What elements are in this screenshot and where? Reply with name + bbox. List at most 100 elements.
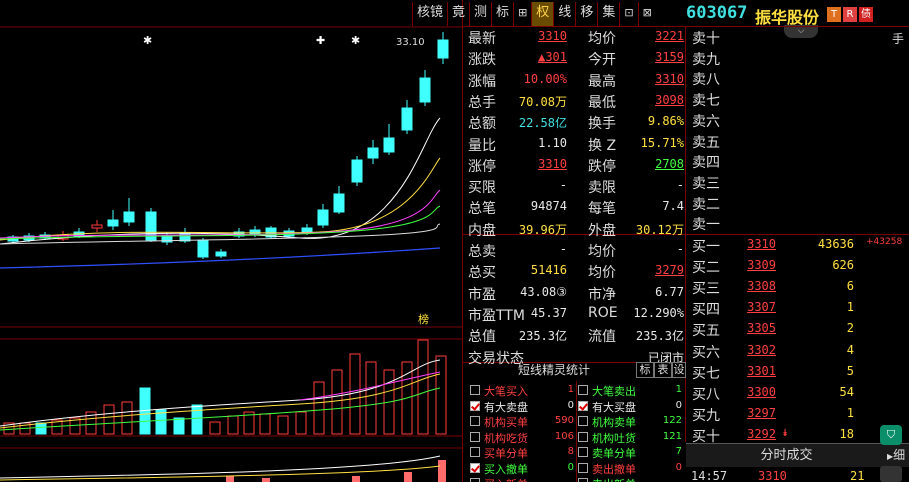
quote-label-2: 均价 (588, 244, 616, 260)
indicator-bar (262, 478, 270, 482)
kline-chart-svg[interactable] (0, 0, 463, 482)
stat-checkbox[interactable] (470, 447, 480, 457)
ma-line-yellow (0, 157, 441, 241)
buy-change: +43258 (866, 237, 903, 247)
buy-row[interactable]: 买三 3308 6 (688, 278, 909, 299)
toolbar-ce-button[interactable]: 测 (469, 2, 491, 26)
last-trade-vol: 21 (850, 469, 865, 482)
quote-value: - (559, 242, 567, 256)
buy-label: 买八 (692, 386, 720, 403)
sell-row[interactable]: 卖五 (688, 132, 909, 153)
toolbar-play-icon[interactable]: ⊠ (637, 2, 656, 26)
stat-checkbox[interactable] (470, 431, 480, 442)
quote-value-2: 9.86% (647, 114, 684, 129)
stat-label: 大笔买入 (484, 385, 528, 398)
sell-row[interactable]: 卖四 (688, 152, 909, 173)
buy-volume: 626 (832, 258, 854, 273)
quote-label: 总额 (468, 116, 496, 133)
quote-value-2: 3159 (655, 50, 684, 65)
star-mark-1: ✱ (143, 34, 153, 47)
stat-value: 7 (675, 446, 682, 457)
sell-row[interactable]: 卖八 (688, 69, 909, 90)
stat-checkbox[interactable] (470, 462, 480, 473)
buy-row[interactable]: 买六 3302 4 (688, 342, 909, 363)
toolbar-yi-button[interactable]: 移 (575, 2, 597, 26)
sell-row[interactable]: 卖三 (688, 173, 909, 194)
sell-label: 卖四 (692, 155, 720, 172)
quote-value: 51416 (530, 263, 567, 278)
stat-btn-biao[interactable]: 标 (636, 362, 654, 378)
kline-chart-panel[interactable]: 33.10 榜 ✱ ✚ ✱ (0, 0, 463, 482)
indicator-line-white (0, 455, 441, 479)
sell-row[interactable]: 卖九 (688, 49, 909, 70)
toolbar-ji-button[interactable]: 集 (597, 2, 619, 26)
toolbar-hejing-button[interactable]: 核镜 (412, 2, 447, 26)
candle-body (107, 219, 119, 227)
sell-label: 卖九 (692, 51, 720, 68)
buy-row[interactable]: 买五 3305 2 (688, 320, 909, 341)
stat-checkbox[interactable] (578, 431, 588, 442)
stat-label: 大笔卖出 (592, 385, 636, 398)
stat-value: 1 (675, 384, 682, 395)
quote-row: 买限 - 卖限 - (468, 177, 684, 198)
stat-checkbox[interactable] (578, 478, 588, 482)
stat-checkbox[interactable] (578, 447, 588, 457)
quote-value: 94874 (530, 199, 567, 214)
toolbar-biao-button[interactable]: 标 (491, 2, 513, 26)
quote-row: 总值 235.3亿 流值 235.3亿 (468, 326, 684, 347)
buy-row[interactable]: 买九 3297 1 (688, 405, 909, 426)
stat-checkbox[interactable] (470, 400, 480, 411)
fenshi-tab[interactable]: 分时成交 (686, 443, 887, 467)
quote-row: 总额 22.58亿 换手 9.86% (468, 113, 684, 134)
sell-row[interactable]: 卖六 (688, 111, 909, 132)
stat-checkbox[interactable] (470, 416, 480, 426)
sell-row[interactable]: 卖一 (688, 214, 909, 235)
ma-line-white (0, 117, 441, 245)
sell-label: 卖二 (692, 196, 720, 213)
stat-btn-settings[interactable]: 设 (672, 362, 686, 378)
toolbar-grid-icon[interactable]: ⊞ (513, 2, 531, 26)
stat-checkbox[interactable] (470, 478, 480, 482)
candle-body (123, 211, 135, 223)
side-tool-icon[interactable] (880, 466, 902, 482)
buy-row[interactable]: 买四 3307 1 (688, 299, 909, 320)
buy-price: 3308 (747, 279, 776, 294)
quote-value-2: 235.3亿 (635, 329, 684, 344)
stat-checkbox[interactable] (578, 385, 588, 395)
buy-label: 买九 (692, 407, 720, 424)
quote-label-2: 今开 (588, 52, 616, 69)
stat-checkbox[interactable] (578, 462, 588, 473)
stat-label: 有大卖盘 (484, 400, 528, 414)
sell-row[interactable]: 卖十 (688, 28, 909, 49)
buy-row[interactable]: 买一 3310 43636 +43258 (688, 236, 909, 257)
quote-label-2: 换手 (588, 116, 616, 133)
buy-volume: 18 (839, 426, 854, 441)
stat-value: 1 (567, 384, 574, 395)
quote-value: 39.96万 (518, 222, 567, 237)
toolbar-quan-button[interactable]: 权 (531, 2, 554, 26)
toolbar-xian-button[interactable]: 线 (553, 2, 575, 26)
stat-checkbox[interactable] (578, 400, 588, 411)
stat-checkbox[interactable] (578, 416, 588, 426)
stat-btn-table[interactable]: 表 (654, 362, 672, 378)
quote-value: 70.08万 (518, 94, 567, 109)
quote-label-2: 每笔 (588, 201, 616, 218)
volume-bar (331, 369, 343, 435)
buy-row[interactable]: 买七 3301 5 (688, 363, 909, 384)
stat-checkbox[interactable] (470, 385, 480, 395)
detail-tab[interactable]: ▶细 (887, 443, 909, 467)
toolbar-jing-button[interactable]: 竟 (447, 2, 469, 26)
volume-bar (121, 401, 133, 435)
shield-icon[interactable]: ⛉ (880, 425, 902, 445)
quote-label-2: 最低 (588, 94, 616, 111)
sell-label: 卖八 (692, 72, 720, 89)
toolbar-window-icon[interactable]: ⊡ (619, 2, 637, 26)
buy-row[interactable]: 买八 3300 54 (688, 384, 909, 405)
sell-row[interactable]: 卖七 (688, 90, 909, 111)
sell-row[interactable]: 卖二 (688, 194, 909, 215)
buy-row[interactable]: 买二 3309 626 (688, 257, 909, 278)
buy-volume: 1 (846, 405, 854, 420)
sell-label: 卖十 (692, 31, 720, 47)
quote-label-2: 换 Z (588, 137, 617, 154)
quote-label: 总值 (468, 329, 496, 346)
